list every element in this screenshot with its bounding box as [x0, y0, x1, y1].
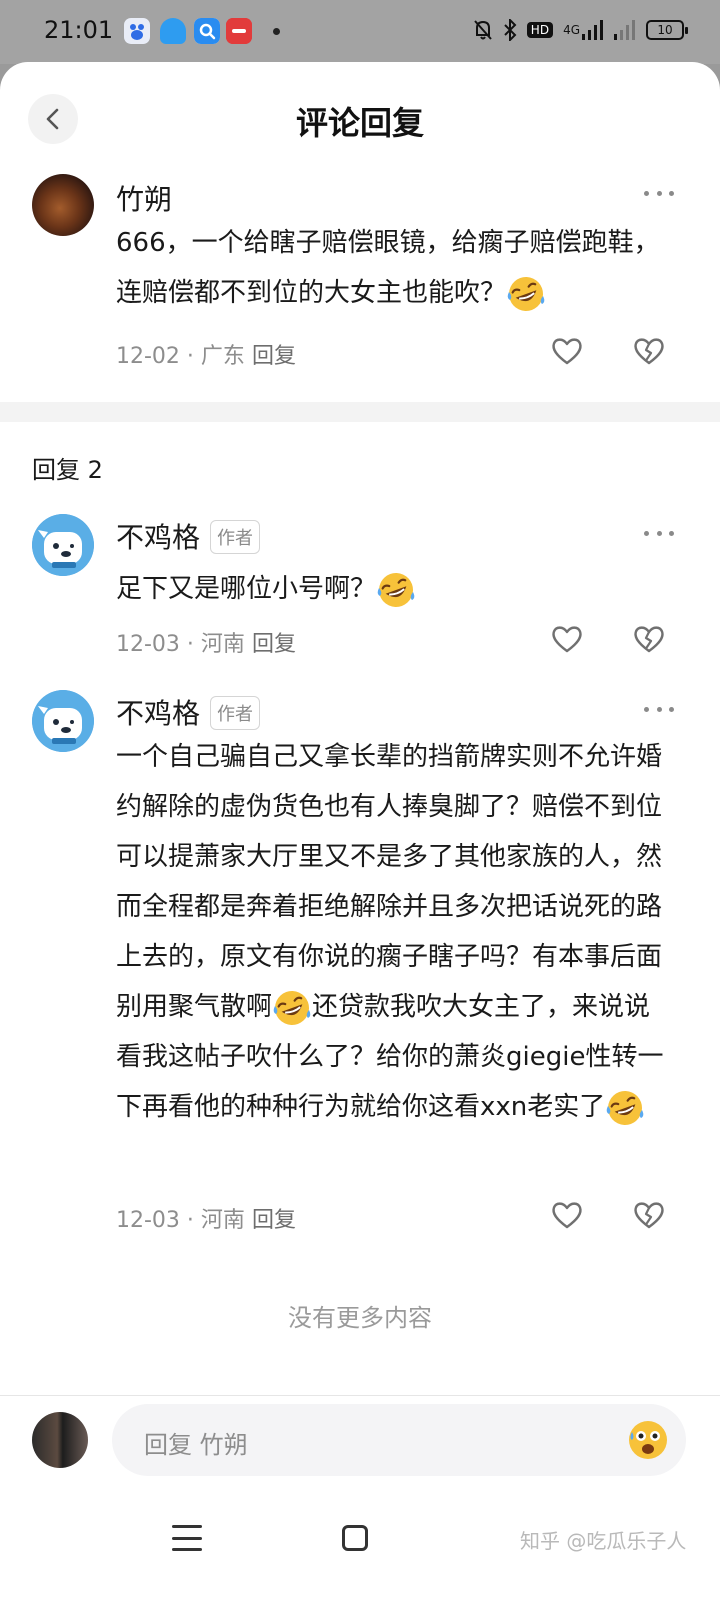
more-options-button[interactable]	[644, 188, 674, 198]
reply-button[interactable]: 回复	[252, 1208, 296, 1233]
search-app-icon	[194, 18, 220, 44]
mute-icon	[473, 16, 493, 44]
recent-apps-button[interactable]	[172, 1525, 202, 1551]
comment-sheet: 评论回复 竹朔 666，一个给瞎子赔偿眼镜，给瘸子赔偿跑鞋，连赔偿都不到位的大女…	[0, 62, 720, 1600]
qq-icon	[160, 18, 186, 44]
header: 评论回复	[0, 62, 720, 172]
avatar[interactable]	[32, 514, 94, 576]
notification-dot-icon	[273, 28, 280, 35]
reply-button[interactable]: 回复	[252, 632, 296, 657]
rofl-emoji-icon	[506, 274, 546, 314]
bluetooth-icon	[503, 16, 517, 44]
home-button[interactable]	[342, 1525, 368, 1551]
reply-location: 河南	[200, 1208, 245, 1233]
my-avatar[interactable]	[32, 1412, 88, 1468]
dislike-broken-heart-icon[interactable]	[632, 334, 666, 368]
status-time: 21:01	[44, 16, 114, 44]
signal-weak-icon	[614, 16, 636, 44]
reply-location: 河南	[200, 632, 245, 657]
author-badge: 作者	[210, 696, 260, 730]
reply-username[interactable]: 不鸡格	[116, 692, 200, 732]
page-title: 评论回复	[295, 104, 424, 142]
comment-date: 12-02	[116, 344, 180, 369]
reply-meta: 12-03 · 河南 回复	[116, 1208, 296, 1233]
reply-input[interactable]: 回复 竹朔	[112, 1404, 686, 1476]
reply-date: 12-03	[116, 632, 180, 657]
reply-text: 足下又是哪位小号啊？	[116, 564, 676, 614]
reply-placeholder: 回复 竹朔	[144, 1431, 248, 1459]
emoji-picker-icon[interactable]	[626, 1418, 670, 1462]
author-badge: 作者	[210, 520, 260, 554]
watermark: 知乎 @吃瓜乐子人	[520, 1529, 687, 1553]
baidu-icon	[124, 18, 150, 44]
like-heart-icon[interactable]	[550, 1198, 584, 1232]
avatar[interactable]	[32, 174, 94, 236]
like-heart-icon[interactable]	[550, 334, 584, 368]
hd-icon: HD	[526, 16, 554, 44]
more-options-button[interactable]	[644, 528, 674, 538]
rofl-emoji-icon	[605, 1088, 645, 1128]
system-nav-bar: 知乎 @吃瓜乐子人	[0, 1495, 720, 1600]
rofl-emoji-icon	[376, 570, 416, 610]
dislike-broken-heart-icon[interactable]	[632, 1198, 666, 1232]
comment-location: 广东	[200, 344, 245, 369]
status-bar: 21:01 HD 4G 10	[0, 0, 720, 64]
reply-button[interactable]: 回复	[252, 344, 296, 369]
reply-username[interactable]: 不鸡格	[116, 516, 200, 556]
like-heart-icon[interactable]	[550, 622, 584, 656]
status-icons: HD 4G 10	[473, 16, 688, 44]
battery-icon: 10	[646, 20, 688, 40]
no-more-content: 没有更多内容	[288, 1304, 432, 1332]
comment-meta: 12-02 · 广东 回复	[116, 344, 296, 369]
dislike-broken-heart-icon[interactable]	[632, 622, 666, 656]
reply-date: 12-03	[116, 1208, 180, 1233]
more-options-button[interactable]	[644, 704, 674, 714]
signal-4g-icon: 4G	[563, 16, 604, 44]
comment-text: 666，一个给瞎子赔偿眼镜，给瘸子赔偿跑鞋，连赔偿都不到位的大女主也能吹？	[116, 218, 676, 318]
rofl-emoji-icon	[272, 988, 312, 1028]
comment-username[interactable]: 竹朔	[116, 178, 172, 218]
reply-text: 一个自己骗自己又拿长辈的挡箭牌实则不允许婚约解除的虚伪货色也有人捧臭脚了？赔偿不…	[116, 732, 676, 1132]
reply-bar: 回复 竹朔	[0, 1395, 720, 1495]
replies-count: 回复 2	[32, 456, 103, 484]
avatar[interactable]	[32, 690, 94, 752]
shopping-app-icon	[226, 18, 252, 44]
reply-meta: 12-03 · 河南 回复	[116, 632, 296, 657]
section-divider	[0, 402, 720, 422]
